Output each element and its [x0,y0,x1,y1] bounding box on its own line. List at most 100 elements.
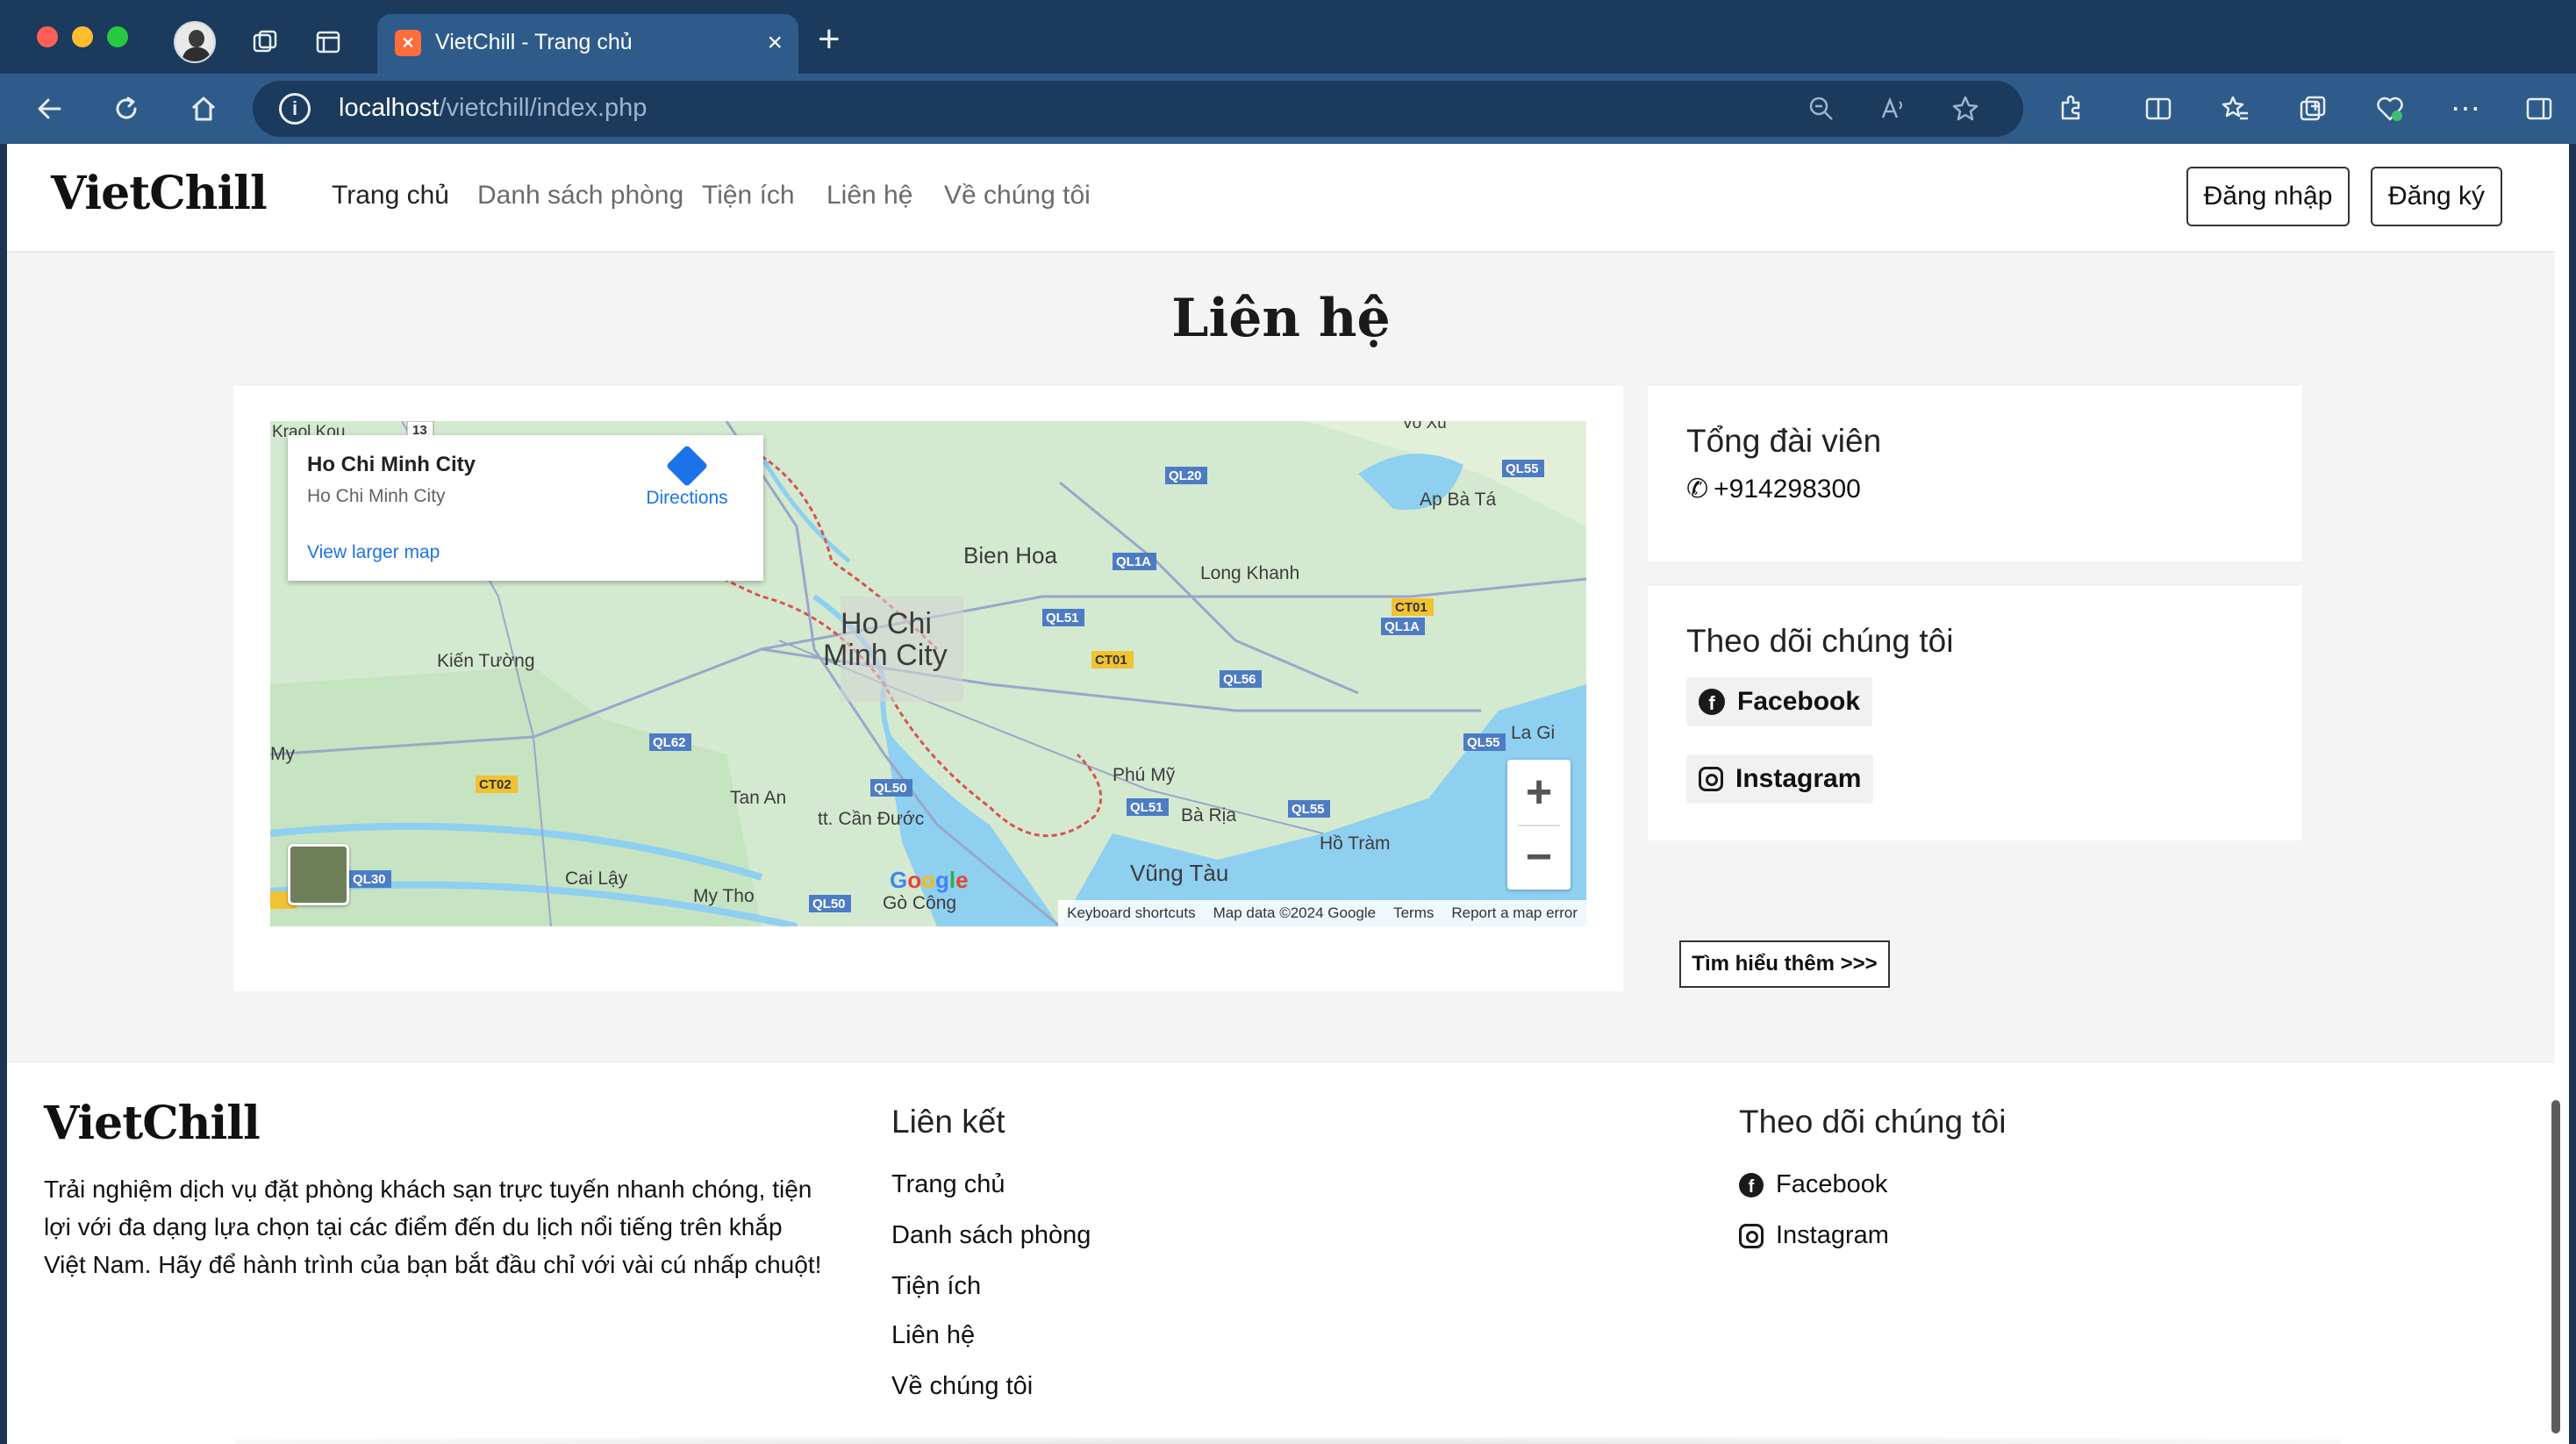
facebook-button[interactable]: f Facebook [1686,677,1873,726]
map-label: Hồ Tràm [1320,833,1391,854]
browser-tab-active[interactable]: ✕ VietChill - Trang chủ × [377,14,798,74]
site-info-icon[interactable]: i [279,93,311,125]
directions-button[interactable]: Directions [639,444,735,509]
home-icon[interactable] [186,91,221,126]
phone-icon: ✆ [1686,475,1709,504]
new-tab-icon[interactable]: + [818,18,841,61]
footer-instagram-link[interactable]: Instagram [1739,1221,1889,1250]
road-label: QL55 [1467,735,1500,750]
url-text[interactable]: localhost/vietchill/index.php [339,94,647,123]
road-label: QL51 [1130,800,1163,815]
instagram-button[interactable]: Instagram [1686,754,1874,804]
footer-facebook-label: Facebook [1776,1170,1888,1198]
map-place-address: Ho Chi Minh City [307,486,446,506]
map-label: Vũng Tàu [1130,860,1228,886]
directions-label: Directions [646,488,728,508]
road-label: QL1A [1116,554,1151,569]
road-label: QL55 [1292,802,1325,817]
phone-line[interactable]: ✆ +914298300 [1686,474,1861,504]
directions-icon [665,444,709,488]
footer-link-contact[interactable]: Liên hệ [891,1321,975,1350]
nav-link-amenities[interactable]: Tiện ích [702,181,795,211]
embedded-google-map[interactable]: Ho Chi Minh City Bien Hoa Long Khanh Kiế… [270,421,1586,926]
road-label: QL50 [812,897,846,911]
footer-link-home[interactable]: Trang chủ [891,1170,1005,1199]
zoom-out-icon[interactable] [1806,93,1837,125]
report-error-link[interactable]: Report a map error [1442,904,1586,922]
browser-toolbar: i localhost/vietchill/index.php ⋯ [0,74,2576,144]
site-footer: VietChill Trải nghiệm dịch vụ đặt phòng … [7,1063,2555,1444]
map-card: Ho Chi Minh City Bien Hoa Long Khanh Kiế… [233,386,1623,991]
back-arrow-icon[interactable] [32,91,67,126]
nav-link-about[interactable]: Về chúng tôi [944,181,1091,211]
favorites-icon[interactable] [2220,93,2251,125]
map-label: My [270,744,295,764]
tab-close-icon[interactable]: × [767,28,783,58]
facebook-label: Facebook [1737,687,1861,716]
map-city-label: Minh City [823,639,948,672]
footer-brand: VietChill [44,1097,261,1150]
zoom-out-button[interactable]: − [1507,825,1571,890]
terms-link[interactable]: Terms [1385,904,1442,922]
tab-actions-icon[interactable] [312,26,344,58]
road-label: QL30 [353,872,386,887]
more-menu-icon[interactable]: ⋯ [2450,92,2481,125]
map-label: Kiến Tường [437,651,535,671]
nav-link-home[interactable]: Trang chủ [332,181,449,211]
map-label: My Tho [693,886,755,906]
collections-add-icon[interactable] [2297,93,2329,125]
nav-link-contact[interactable]: Liên hệ [826,181,912,211]
road-label: QL62 [653,735,686,750]
extensions-icon[interactable] [2055,93,2086,125]
satellite-layer-toggle[interactable] [288,844,349,905]
register-button[interactable]: Đăng ký [2371,167,2502,226]
view-larger-map-link[interactable]: View larger map [307,542,440,563]
road-label: CT01 [1395,600,1428,615]
footer-shadow [235,1437,2341,1444]
follow-card: Theo dõi chúng tôi f Facebook Instagram [1648,586,2302,840]
nav-link-rooms[interactable]: Danh sách phòng [477,181,683,211]
keyboard-shortcuts-link[interactable]: Keyboard shortcuts [1058,904,1204,922]
road-label: CT01 [1095,653,1127,668]
site-brand[interactable]: VietChill [51,167,268,220]
address-bar[interactable]: i localhost/vietchill/index.php [253,81,2023,137]
road-label: QL50 [874,781,907,796]
close-window-button[interactable] [37,26,58,47]
instagram-icon [1699,767,1723,791]
sidebar-toggle-icon[interactable] [2523,93,2555,125]
footer-link-about[interactable]: Về chúng tôi [891,1372,1033,1401]
site-navbar: VietChill Trang chủ Danh sách phòng Tiện… [7,144,2555,253]
footer-facebook-link[interactable]: f Facebook [1739,1170,1887,1199]
map-label: tt. Cần Đước [818,809,924,829]
hotline-title: Tổng đài viên [1686,423,1882,459]
footer-link-amenities[interactable]: Tiện ích [891,1272,981,1301]
page-viewport: VietChill Trang chủ Danh sách phòng Tiện… [0,144,2576,1444]
xampp-favicon-icon: ✕ [395,30,421,56]
profile-avatar[interactable] [174,21,216,63]
footer-description: Trải nghiệm dịch vụ đặt phòng khách sạn … [44,1176,822,1278]
favorite-star-icon[interactable] [1950,93,1981,125]
page-title: Liên hệ [1171,288,1391,349]
instagram-label: Instagram [1735,764,1862,793]
tab-title: VietChill - Trang chủ [435,30,633,54]
learn-more-button[interactable]: Tìm hiểu thêm >>> [1679,940,1890,988]
footer-link-rooms[interactable]: Danh sách phòng [891,1221,1091,1250]
facebook-icon: f [1699,689,1725,715]
refresh-icon[interactable] [109,91,144,126]
collections-icon[interactable] [249,26,281,58]
map-label: Long Khanh [1200,563,1299,583]
minimize-window-button[interactable] [72,26,93,47]
map-label: Ap Bà Tá [1420,490,1496,510]
page-scrollbar[interactable] [2551,1100,2560,1433]
maximize-window-button[interactable] [107,26,128,47]
zoom-in-button[interactable]: + [1507,760,1571,825]
browser-essentials-icon[interactable] [2374,93,2406,125]
map-label: Phú Mỹ [1113,765,1176,785]
map-label: Bien Hoa [963,542,1057,568]
login-button[interactable]: Đăng nhập [2186,167,2350,226]
map-place-name: Ho Chi Minh City [307,453,476,476]
browser-titlebar: ✕ VietChill - Trang chủ × + [0,0,2576,74]
read-aloud-icon[interactable] [1878,93,1909,125]
split-screen-icon[interactable] [2143,93,2174,125]
road-label: QL1A [1385,619,1420,634]
